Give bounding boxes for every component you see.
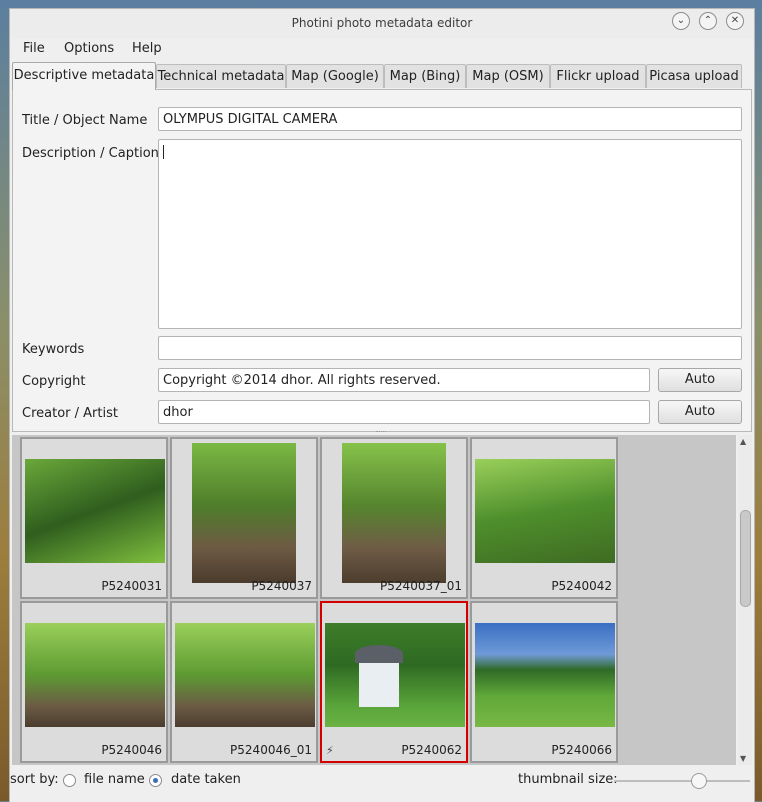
description-field[interactable] <box>158 139 742 329</box>
copyright-label: Copyright <box>22 374 86 389</box>
scrollbar-handle[interactable] <box>740 510 751 607</box>
slider-handle[interactable] <box>690 773 707 789</box>
thumbnail-item-selected[interactable]: ⚡ P5240062 <box>320 601 468 763</box>
thumbnail-size-slider[interactable] <box>614 773 750 789</box>
menu-options[interactable]: Options <box>64 41 114 56</box>
menu-help[interactable]: Help <box>132 41 162 56</box>
menu-file[interactable]: File <box>23 41 45 56</box>
creator-auto-button[interactable]: Auto <box>658 400 742 424</box>
minimize-icon[interactable]: ⌄ <box>672 12 690 30</box>
thumbnail-item[interactable]: P5240037 <box>170 437 318 599</box>
title-label: Title / Object Name <box>22 113 148 128</box>
tab-technical-metadata[interactable]: Technical metadata <box>156 64 286 88</box>
thumbnail-label: P5240066 <box>551 743 612 757</box>
thumbnail-image <box>175 623 315 727</box>
scroll-down-icon[interactable]: ▼ <box>740 754 746 763</box>
thumbnail-grid: P5240031 P5240037 P5240037_01 P5240042 P… <box>12 435 736 765</box>
thumbnail-scrollbar[interactable]: ▲ ▼ <box>738 435 752 765</box>
thumbnail-item[interactable]: P5240066 <box>470 601 618 763</box>
tab-map-google[interactable]: Map (Google) <box>286 64 384 88</box>
window-title: Photini photo metadata editor <box>291 16 473 30</box>
thumbnail-label: P5240046 <box>101 743 162 757</box>
tab-map-osm[interactable]: Map (OSM) <box>466 64 550 88</box>
thumbnail-label: P5240031 <box>101 579 162 593</box>
thumbnail-image <box>25 623 165 727</box>
menu-bar: File Options Help <box>10 39 754 61</box>
thumbnail-label: P5240037_01 <box>380 579 462 593</box>
keywords-label: Keywords <box>22 342 85 357</box>
thumbnail-item[interactable]: P5240037_01 <box>320 437 468 599</box>
thumbnail-item[interactable]: P5240046_01 <box>170 601 318 763</box>
sort-date-taken-radio[interactable] <box>149 774 162 787</box>
thumbnail-item[interactable]: P5240031 <box>20 437 168 599</box>
sort-file-name-label[interactable]: file name <box>84 772 145 787</box>
thumbnail-image <box>475 623 615 727</box>
thumbnail-label: P5240046_01 <box>230 743 312 757</box>
sort-by-label: sort by: <box>10 772 59 787</box>
scroll-up-icon[interactable]: ▲ <box>740 437 746 446</box>
keywords-field[interactable] <box>158 336 742 360</box>
tab-bar: Descriptive metadata Technical metadata … <box>10 62 754 90</box>
thumbnail-size-label: thumbnail size: <box>518 772 618 787</box>
close-icon[interactable]: ✕ <box>726 12 744 30</box>
thumbnail-image <box>325 623 465 727</box>
tab-descriptive-metadata[interactable]: Descriptive metadata <box>12 62 156 90</box>
creator-label: Creator / Artist <box>22 406 118 421</box>
creator-field[interactable]: dhor <box>158 400 650 424</box>
app-window: Photini photo metadata editor ⌄ ⌃ ✕ File… <box>9 8 755 802</box>
chapel-roof <box>355 645 403 663</box>
descriptive-metadata-panel: Title / Object Name OLYMPUS DIGITAL CAME… <box>12 89 752 432</box>
thumbnail-image <box>342 443 446 583</box>
tab-map-bing[interactable]: Map (Bing) <box>384 64 466 88</box>
thumbnail-image <box>25 459 165 563</box>
thumbnail-label: P5240037 <box>251 579 312 593</box>
sort-date-taken-label[interactable]: date taken <box>171 772 241 787</box>
title-field[interactable]: OLYMPUS DIGITAL CAMERA <box>158 107 742 131</box>
copyright-field[interactable]: Copyright ©2014 dhor. All rights reserve… <box>158 368 650 392</box>
maximize-icon[interactable]: ⌃ <box>699 12 717 30</box>
thumbnail-label: P5240042 <box>551 579 612 593</box>
text-cursor <box>163 144 164 159</box>
tab-picasa-upload[interactable]: Picasa upload <box>646 64 742 88</box>
thumbnail-label: P5240062 <box>401 743 462 757</box>
flash-icon: ⚡ <box>326 744 334 757</box>
tab-flickr-upload[interactable]: Flickr upload <box>550 64 646 88</box>
sort-file-name-radio[interactable] <box>63 774 76 787</box>
copyright-auto-button[interactable]: Auto <box>658 368 742 392</box>
status-bar: sort by: file name date taken thumbnail … <box>10 770 754 792</box>
chapel-shape <box>359 659 399 707</box>
thumbnail-image <box>192 443 296 583</box>
description-label: Description / Caption <box>22 146 159 161</box>
thumbnail-item[interactable]: P5240042 <box>470 437 618 599</box>
thumbnail-image <box>475 459 615 563</box>
title-bar: Photini photo metadata editor ⌄ ⌃ ✕ <box>10 9 754 39</box>
thumbnail-item[interactable]: P5240046 <box>20 601 168 763</box>
